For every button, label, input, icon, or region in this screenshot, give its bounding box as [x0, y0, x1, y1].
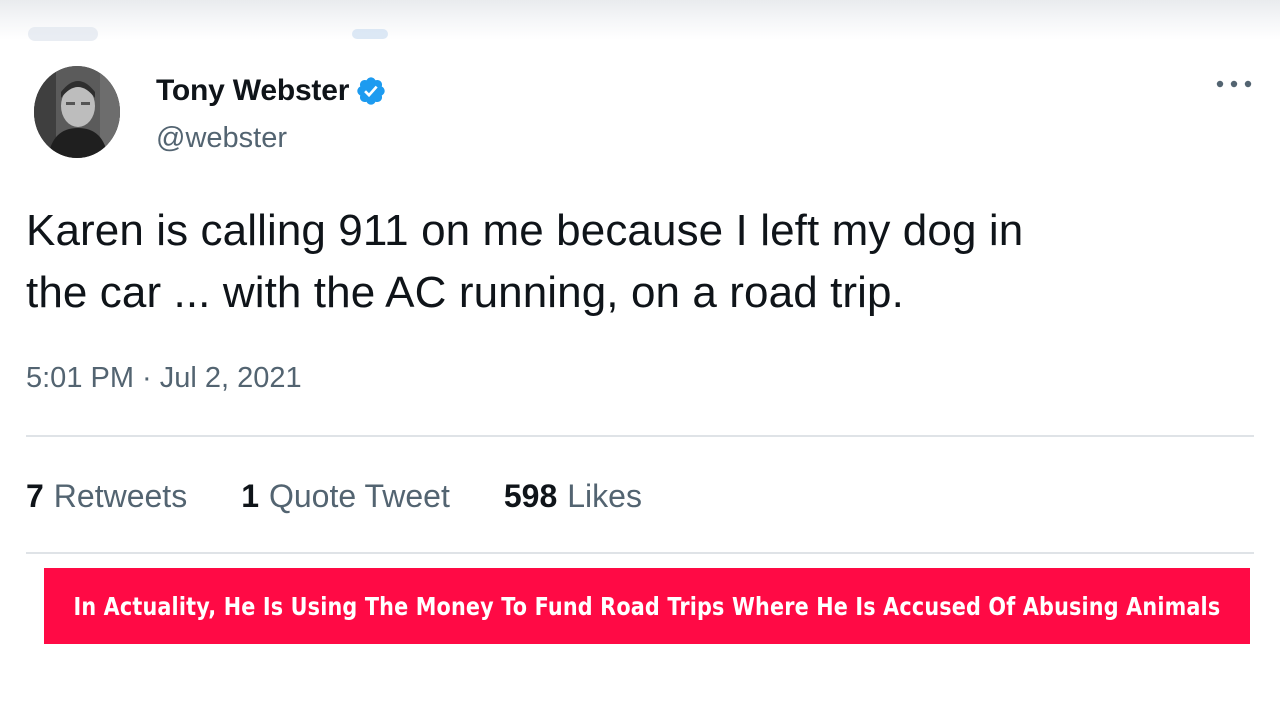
- caption-text: In Actuality, He Is Using The Money To F…: [73, 591, 1221, 621]
- quote-tweets-stat[interactable]: 1 Quote Tweet: [241, 478, 450, 515]
- caption-banner: In Actuality, He Is Using The Money To F…: [44, 568, 1250, 644]
- tweet-timestamp[interactable]: 5:01 PM · Jul 2, 2021: [26, 362, 302, 395]
- avatar[interactable]: [34, 66, 120, 158]
- retweets-count: 7: [26, 477, 44, 514]
- avatar-photo: [34, 66, 120, 158]
- verified-badge-icon: [355, 75, 387, 107]
- retweets-stat[interactable]: 7 Retweets: [26, 478, 187, 515]
- user-handle[interactable]: @webster: [156, 122, 287, 155]
- likes-label: Likes: [567, 477, 642, 514]
- author-row: Tony Webster: [156, 72, 387, 110]
- display-name[interactable]: Tony Webster: [156, 74, 349, 108]
- tweet-text-line: Karen is calling 911 on me because I lef…: [26, 206, 1024, 255]
- tweet-text: Karen is calling 911 on me because I lef…: [26, 200, 1246, 324]
- divider: [26, 435, 1254, 437]
- likes-stat[interactable]: 598 Likes: [504, 478, 642, 515]
- divider: [26, 552, 1254, 554]
- retweets-label: Retweets: [53, 477, 188, 514]
- tweet-text-line: the car ... with the AC running, on a ro…: [26, 268, 904, 317]
- quotes-label: Quote Tweet: [268, 477, 450, 514]
- quotes-count: 1: [241, 477, 259, 514]
- tweet-stats: 7 Retweets 1 Quote Tweet 598 Likes: [26, 474, 642, 518]
- more-options-icon[interactable]: [1212, 70, 1256, 98]
- likes-count: 598: [503, 477, 558, 514]
